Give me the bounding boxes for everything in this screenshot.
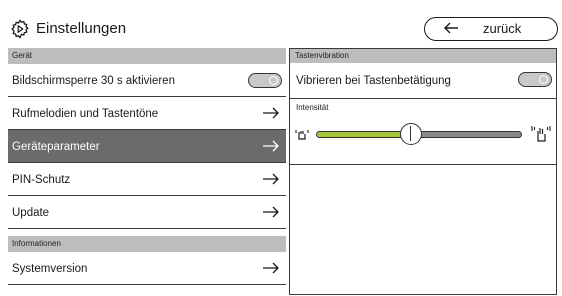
intensity-row: Intensität (290, 99, 556, 165)
menu-item-label: PIN-Schutz (12, 174, 71, 186)
arrow-right-icon (263, 107, 279, 119)
gear-icon (11, 19, 29, 39)
menu-item-ringtones[interactable]: Rufmelodien und Tastentöne (8, 97, 286, 130)
menu-item-label: Systemversion (12, 263, 88, 275)
vibration-high-icon (531, 126, 551, 142)
intensity-slider-fill (317, 132, 411, 137)
arrow-right-icon (263, 262, 279, 274)
menu-item-label: Update (12, 207, 50, 219)
section-spacer (8, 229, 286, 236)
arrow-right-icon (263, 206, 279, 218)
section-header-info: Informationen (8, 236, 286, 252)
menu-item-screen-lock[interactable]: Bildschirmsperre 30 s aktivieren (8, 64, 286, 97)
menu-item-device-parameters[interactable]: Geräteparameter (8, 130, 286, 163)
menu-item-label: Bildschirmsperre 30 s aktivieren (12, 75, 175, 87)
detail-panel: Tastenvibration Vibrieren bei Tastenbetä… (289, 48, 557, 295)
vibration-low-icon (295, 130, 309, 140)
intensity-label: Intensität (296, 103, 329, 112)
vibrate-setting-row[interactable]: Vibrieren bei Tastenbetätigung (290, 63, 556, 99)
arrow-left-icon (444, 22, 458, 34)
settings-menu: Gerät Bildschirmsperre 30 s aktivieren R… (8, 48, 286, 296)
intensity-slider[interactable] (316, 123, 522, 145)
menu-item-pin-protection[interactable]: PIN-Schutz (8, 163, 286, 196)
header-bar: Einstellungen zurück (0, 0, 562, 48)
menu-item-update[interactable]: Update (8, 196, 286, 229)
section-header-key-vibration: Tastenvibration (290, 49, 556, 63)
vibrate-setting-label: Vibrieren bei Tastenbetätigung (296, 75, 451, 87)
menu-item-label: Geräteparameter (12, 141, 100, 153)
vibrate-toggle[interactable] (518, 72, 552, 87)
screen-lock-toggle[interactable] (248, 73, 282, 88)
toggle-knob (539, 74, 548, 84)
back-button-label: zurück (483, 21, 522, 36)
arrow-right-icon (263, 173, 279, 185)
page-title: Einstellungen (36, 20, 127, 37)
toggle-knob (269, 75, 278, 85)
menu-item-system-version[interactable]: Systemversion (8, 252, 286, 285)
intensity-slider-thumb[interactable] (399, 123, 422, 145)
back-button[interactable]: zurück (424, 17, 558, 41)
arrow-right-icon (263, 140, 279, 152)
section-header-device: Gerät (8, 48, 286, 64)
menu-item-label: Rufmelodien und Tastentöne (12, 108, 159, 120)
